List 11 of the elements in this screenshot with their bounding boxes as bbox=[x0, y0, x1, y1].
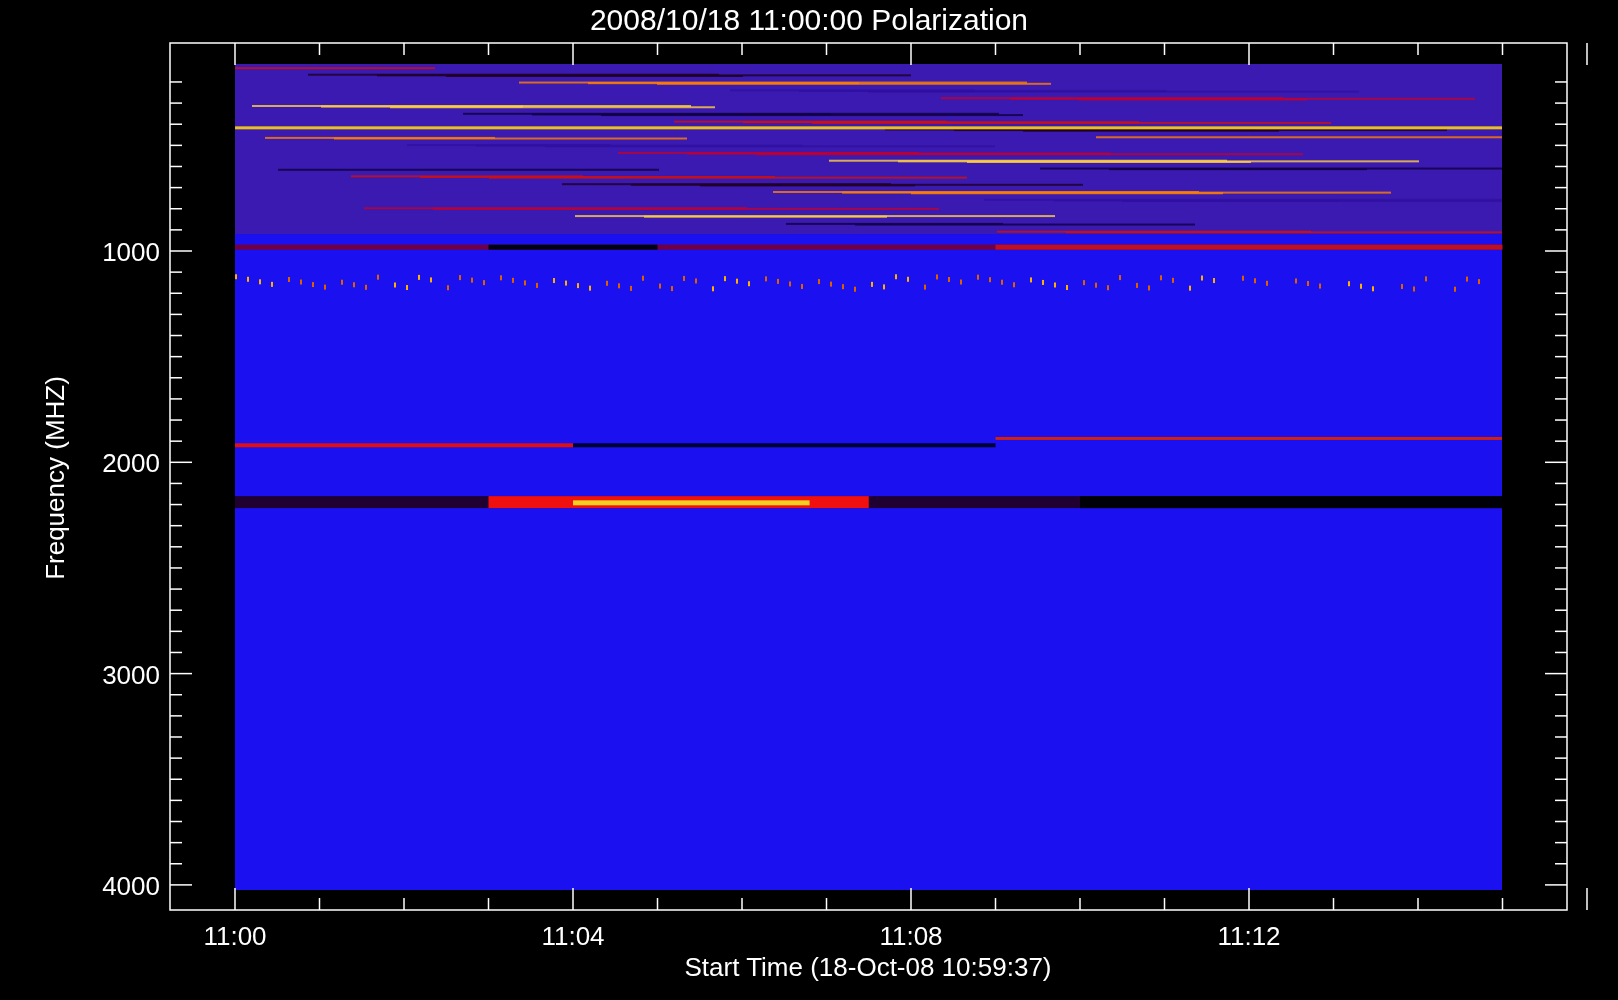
x-tick-label: 11:12 bbox=[1217, 921, 1281, 951]
y-axis-title: Frequency (MHZ) bbox=[40, 376, 70, 580]
y-tick-label: 2000 bbox=[102, 448, 160, 479]
y-tick-label: 3000 bbox=[102, 659, 160, 690]
x-tick-label: 11:04 bbox=[541, 921, 605, 951]
y-tick-label: 4000 bbox=[102, 870, 160, 901]
x-tick-label: 11:00 bbox=[203, 921, 267, 951]
x-tick-label: 11:08 bbox=[879, 921, 943, 951]
y-tick-label: 1000 bbox=[102, 237, 160, 267]
plot-title: 2008/10/18 11:00:00 Polarization bbox=[589, 3, 1029, 36]
x-axis-title: Start Time (18-Oct-08 10:59:37) bbox=[684, 952, 1052, 982]
